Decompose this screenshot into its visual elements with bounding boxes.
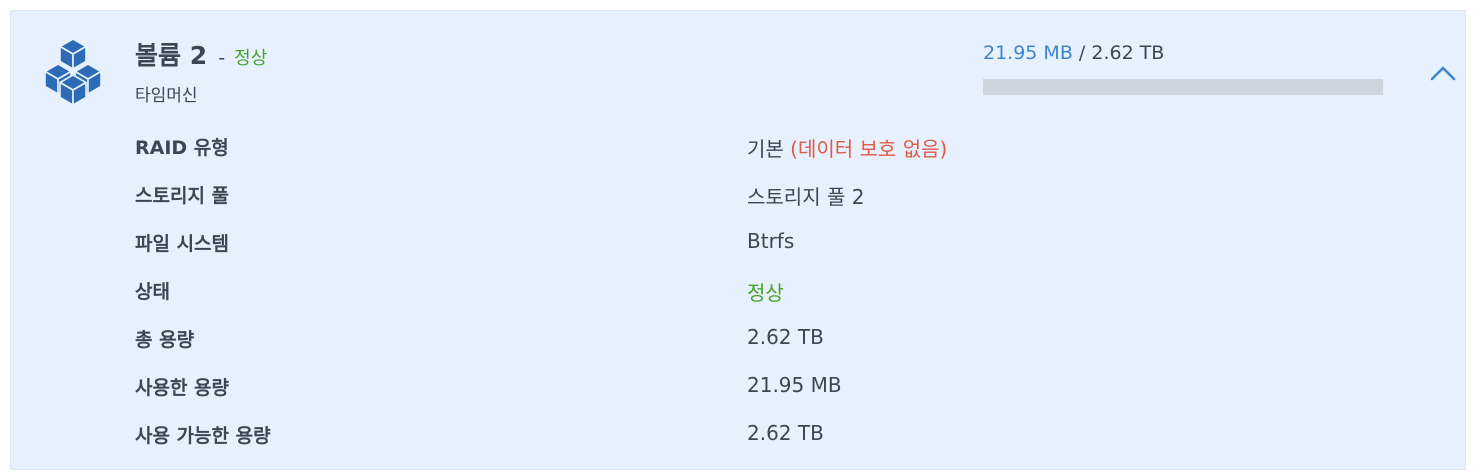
- detail-row-file-system: 파일 시스템 Btrfs: [135, 225, 1035, 273]
- detail-row-storage-pool: 스토리지 풀 스토리지 풀 2: [135, 177, 1035, 225]
- status-label: 상태: [135, 281, 170, 303]
- file-system-value: Btrfs: [747, 229, 795, 253]
- storage-pool-value: 스토리지 풀 2: [747, 185, 865, 209]
- volume-title: 볼륨 2 - 정상: [135, 36, 267, 72]
- file-system-label: 파일 시스템: [135, 233, 230, 255]
- storage-pool-label: 스토리지 풀: [135, 185, 230, 207]
- detail-row-total-capacity: 총 용량 2.62 TB: [135, 321, 1035, 369]
- raid-protection-warning: (데이터 보호 없음): [790, 137, 948, 161]
- chevron-up-icon: [1430, 66, 1456, 81]
- detail-row-available-capacity: 사용 가능한 용량 2.62 TB: [135, 417, 1035, 465]
- detail-row-status: 상태 정상: [135, 273, 1035, 321]
- usage-summary: 21.95 MB / 2.62 TB: [983, 42, 1164, 64]
- volume-description: 타임머신: [135, 86, 198, 106]
- raid-type-value: 기본 (데이터 보호 없음): [747, 133, 947, 162]
- total-capacity-value: 2.62 TB: [747, 325, 824, 349]
- raid-type-text: 기본: [747, 137, 784, 161]
- detail-row-used-capacity: 사용한 용량 21.95 MB: [135, 369, 1035, 417]
- volume-name: 볼륨 2: [135, 41, 208, 70]
- detail-row-raid-type: RAID 유형 기본 (데이터 보호 없음): [135, 129, 1035, 177]
- status-value: 정상: [747, 281, 784, 305]
- cubes-icon: [39, 38, 107, 106]
- usage-used: 21.95 MB: [983, 42, 1073, 64]
- volume-panel: 볼륨 2 - 정상 타임머신 21.95 MB / 2.62 TB RAID 유…: [10, 10, 1466, 470]
- volume-details: RAID 유형 기본 (데이터 보호 없음) 스토리지 풀 스토리지 풀 2 파…: [135, 129, 1035, 465]
- used-capacity-value: 21.95 MB: [747, 373, 842, 397]
- status-badge: 정상: [234, 48, 268, 69]
- collapse-button[interactable]: [1421, 59, 1465, 89]
- available-capacity-label: 사용 가능한 용량: [135, 425, 271, 447]
- usage-separator: /: [1072, 42, 1092, 64]
- title-separator: -: [218, 47, 226, 69]
- available-capacity-value: 2.62 TB: [747, 421, 824, 445]
- usage-total: 2.62 TB: [1091, 42, 1165, 64]
- raid-type-label: RAID 유형: [135, 137, 229, 159]
- total-capacity-label: 총 용량: [135, 329, 195, 351]
- used-capacity-label: 사용한 용량: [135, 377, 230, 399]
- usage-progress-bar: [983, 79, 1383, 95]
